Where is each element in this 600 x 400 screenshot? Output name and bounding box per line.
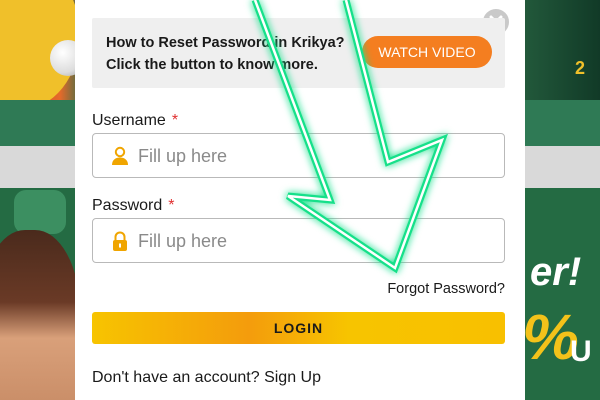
password-label-text: Password <box>92 197 163 214</box>
watch-video-button[interactable]: WATCH VIDEO <box>362 36 492 68</box>
background-suffix: U <box>570 335 592 368</box>
password-input[interactable] <box>138 229 478 253</box>
user-icon <box>112 146 128 165</box>
username-label-text: Username <box>92 112 166 129</box>
megaphone-icon <box>14 190 66 234</box>
lock-icon <box>113 231 127 251</box>
banner-text-line2: Click the button to know more. <box>106 57 318 73</box>
signup-prompt: Don't have an account? Sign Up <box>92 369 321 387</box>
password-field[interactable] <box>92 218 505 263</box>
password-required-mark: * <box>168 197 175 214</box>
reset-password-banner: How to Reset Password in Krikya? Click t… <box>92 18 505 88</box>
signup-prompt-text: Don't have an account? <box>92 369 260 386</box>
background-headline: er! <box>530 250 582 294</box>
signup-link[interactable]: Sign Up <box>264 369 321 386</box>
background-person-image <box>0 230 80 400</box>
username-required-mark: * <box>171 112 179 129</box>
forgot-password-link[interactable]: Forgot Password? <box>387 281 505 297</box>
username-label: Username * <box>92 112 178 130</box>
username-field[interactable] <box>92 133 505 178</box>
banner-text-line1: How to Reset Password in Krikya? <box>106 35 345 51</box>
password-label: Password * <box>92 197 174 215</box>
login-button[interactable]: LOGIN <box>92 312 505 344</box>
username-input[interactable] <box>138 144 478 168</box>
background-corner-tag: 2 <box>575 58 586 78</box>
banner-text: How to Reset Password in Krikya? Click t… <box>106 32 368 76</box>
